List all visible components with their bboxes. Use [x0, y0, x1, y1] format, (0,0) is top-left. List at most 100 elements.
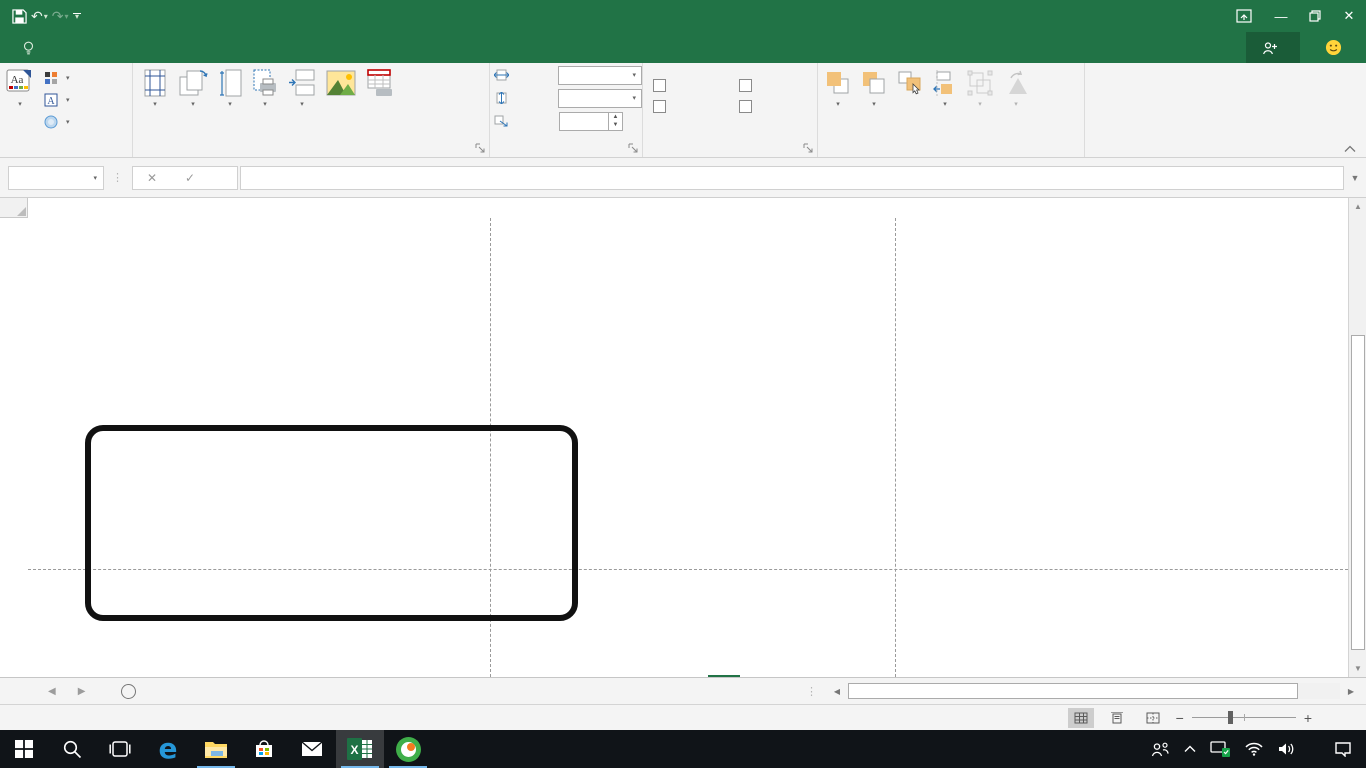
size-button[interactable]: ▾ — [213, 63, 247, 139]
svg-text:X: X — [350, 743, 358, 757]
page-break-preview-button[interactable] — [1140, 708, 1166, 728]
zoom-in-icon[interactable]: + — [1304, 710, 1312, 726]
send-backward-button[interactable]: ▾ — [856, 63, 892, 139]
ribbon-display-options-icon[interactable] — [1236, 9, 1252, 23]
group-button[interactable]: ▾ — [962, 63, 998, 139]
feedback-smiley-icon[interactable] — [1325, 39, 1342, 56]
people-tray-icon[interactable] — [1143, 730, 1177, 768]
sheet-options-group — [643, 63, 818, 157]
selected-cell-top-border — [708, 675, 740, 677]
language-indicator[interactable] — [1302, 730, 1316, 768]
task-view-button[interactable] — [96, 730, 144, 768]
wifi-tray-icon[interactable] — [1238, 730, 1270, 768]
scrollbar-splitter[interactable]: ⋮ — [806, 685, 818, 698]
formula-input[interactable] — [240, 166, 1344, 190]
share-button[interactable] — [1246, 32, 1300, 63]
rotate-button[interactable]: ▾ — [998, 63, 1034, 139]
select-all-corner[interactable] — [0, 198, 28, 218]
zoom-slider-thumb[interactable] — [1228, 711, 1233, 724]
coccoc-browser-button[interactable] — [384, 730, 432, 768]
undo-button[interactable]: ↶▾ — [31, 8, 48, 25]
zoom-out-icon[interactable]: − — [1176, 710, 1184, 726]
breaks-button[interactable]: ▾ — [283, 63, 321, 139]
expand-formula-bar-icon[interactable]: ▼ — [1344, 173, 1366, 183]
scroll-up-icon[interactable]: ▲ — [1349, 198, 1366, 215]
gridlines-view-checkbox[interactable] — [653, 75, 729, 96]
collapse-ribbon-icon[interactable] — [1344, 145, 1356, 153]
page-setup-group: ▾ ▾ ▾ ▾ ▾ — [133, 63, 490, 157]
search-button[interactable] — [48, 730, 96, 768]
zoom-slider[interactable] — [1192, 717, 1296, 718]
scroll-down-icon[interactable]: ▼ — [1349, 660, 1366, 677]
minimize-button[interactable]: — — [1264, 0, 1298, 32]
orientation-icon — [178, 67, 208, 99]
name-box-caret-icon[interactable]: ▾ — [93, 174, 97, 182]
confirm-entry-icon[interactable]: ✓ — [185, 171, 195, 185]
show-hidden-icons-button[interactable] — [1177, 730, 1203, 768]
vertical-scroll-thumb[interactable] — [1351, 335, 1365, 650]
scroll-right-icon[interactable]: ▶ — [1344, 683, 1358, 699]
margins-button[interactable]: ▾ — [137, 63, 173, 139]
selection-pane-button[interactable] — [892, 63, 928, 139]
save-icon[interactable] — [12, 9, 27, 24]
store-button[interactable] — [240, 730, 288, 768]
restore-button[interactable] — [1298, 0, 1332, 32]
page-layout-view-button[interactable] — [1104, 708, 1130, 728]
sheet-nav-right-icon[interactable]: ▶ — [78, 686, 86, 697]
colors-icon — [44, 71, 58, 85]
page-setup-dialog-launcher[interactable] — [475, 143, 486, 154]
sheet-options-dialog-launcher[interactable] — [803, 143, 814, 154]
vertical-scrollbar[interactable]: ▲ ▼ — [1348, 198, 1366, 677]
mail-button[interactable] — [288, 730, 336, 768]
sheet-tab-bar: ◀ ▶ ⋮ ◀ ▶ — [0, 677, 1366, 704]
scale-up-arrow[interactable]: ▲ — [609, 113, 622, 122]
margins-icon — [142, 67, 168, 99]
print-titles-button[interactable] — [361, 63, 399, 139]
orientation-button[interactable]: ▾ — [173, 63, 213, 139]
scale-to-fit-dialog-launcher[interactable] — [628, 143, 639, 154]
excel-window: ↶▾ ↷▾ ▾ — ✕ — [0, 0, 1366, 768]
tell-me-box[interactable] — [22, 32, 42, 63]
gridlines-print-checkbox[interactable] — [653, 96, 729, 117]
edge-button[interactable]: e — [144, 730, 192, 768]
scale-spinner[interactable]: ▲▼ — [559, 112, 623, 131]
customize-quick-access-icon[interactable]: ▾ — [73, 13, 81, 19]
excel-taskbar-button[interactable]: X — [336, 730, 384, 768]
headings-view-checkbox[interactable] — [739, 75, 815, 96]
security-monitor-tray-icon[interactable] — [1203, 730, 1238, 768]
normal-view-button[interactable] — [1068, 708, 1094, 728]
clock[interactable] — [1316, 730, 1327, 768]
height-dropdown[interactable]: ▾ — [558, 89, 642, 108]
legend-code — [360, 569, 408, 596]
align-button[interactable]: ▾ — [928, 63, 962, 139]
cancel-entry-icon[interactable]: ✕ — [147, 171, 157, 185]
file-explorer-button[interactable] — [192, 730, 240, 768]
bring-forward-button[interactable]: ▾ — [820, 63, 856, 139]
scale-down-arrow[interactable]: ▼ — [609, 121, 622, 130]
width-dropdown[interactable]: ▾ — [558, 66, 642, 85]
formula-bar-separator: ⋮ — [112, 171, 124, 184]
themes-button[interactable]: Aa ▾ — [0, 63, 40, 139]
redo-button[interactable]: ↷▾ — [52, 8, 69, 25]
start-button[interactable] — [0, 730, 48, 768]
scroll-left-icon[interactable]: ◀ — [830, 683, 844, 699]
size-icon — [218, 67, 242, 99]
print-area-button[interactable]: ▾ — [247, 63, 283, 139]
volume-tray-icon[interactable] — [1270, 730, 1302, 768]
background-button[interactable] — [321, 63, 361, 139]
fonts-button[interactable]: A ▾ — [40, 89, 74, 111]
background-icon — [326, 67, 356, 99]
effects-button[interactable]: ▾ — [40, 111, 74, 133]
legend-box[interactable] — [85, 425, 578, 621]
headings-print-checkbox[interactable] — [739, 96, 815, 117]
sheet-nav-left-icon[interactable]: ◀ — [48, 686, 56, 697]
colors-button[interactable]: ▾ — [40, 67, 74, 89]
action-center-icon[interactable] — [1327, 730, 1366, 768]
name-box[interactable]: ▾ — [8, 166, 104, 190]
horizontal-scroll-track[interactable] — [848, 683, 1340, 699]
horizontal-scroll-thumb[interactable] — [848, 683, 1298, 699]
close-button[interactable]: ✕ — [1332, 0, 1366, 32]
horizontal-scrollbar[interactable]: ⋮ ◀ ▶ — [798, 678, 1366, 704]
new-sheet-button[interactable] — [103, 678, 154, 704]
rotate-icon — [1003, 67, 1029, 99]
